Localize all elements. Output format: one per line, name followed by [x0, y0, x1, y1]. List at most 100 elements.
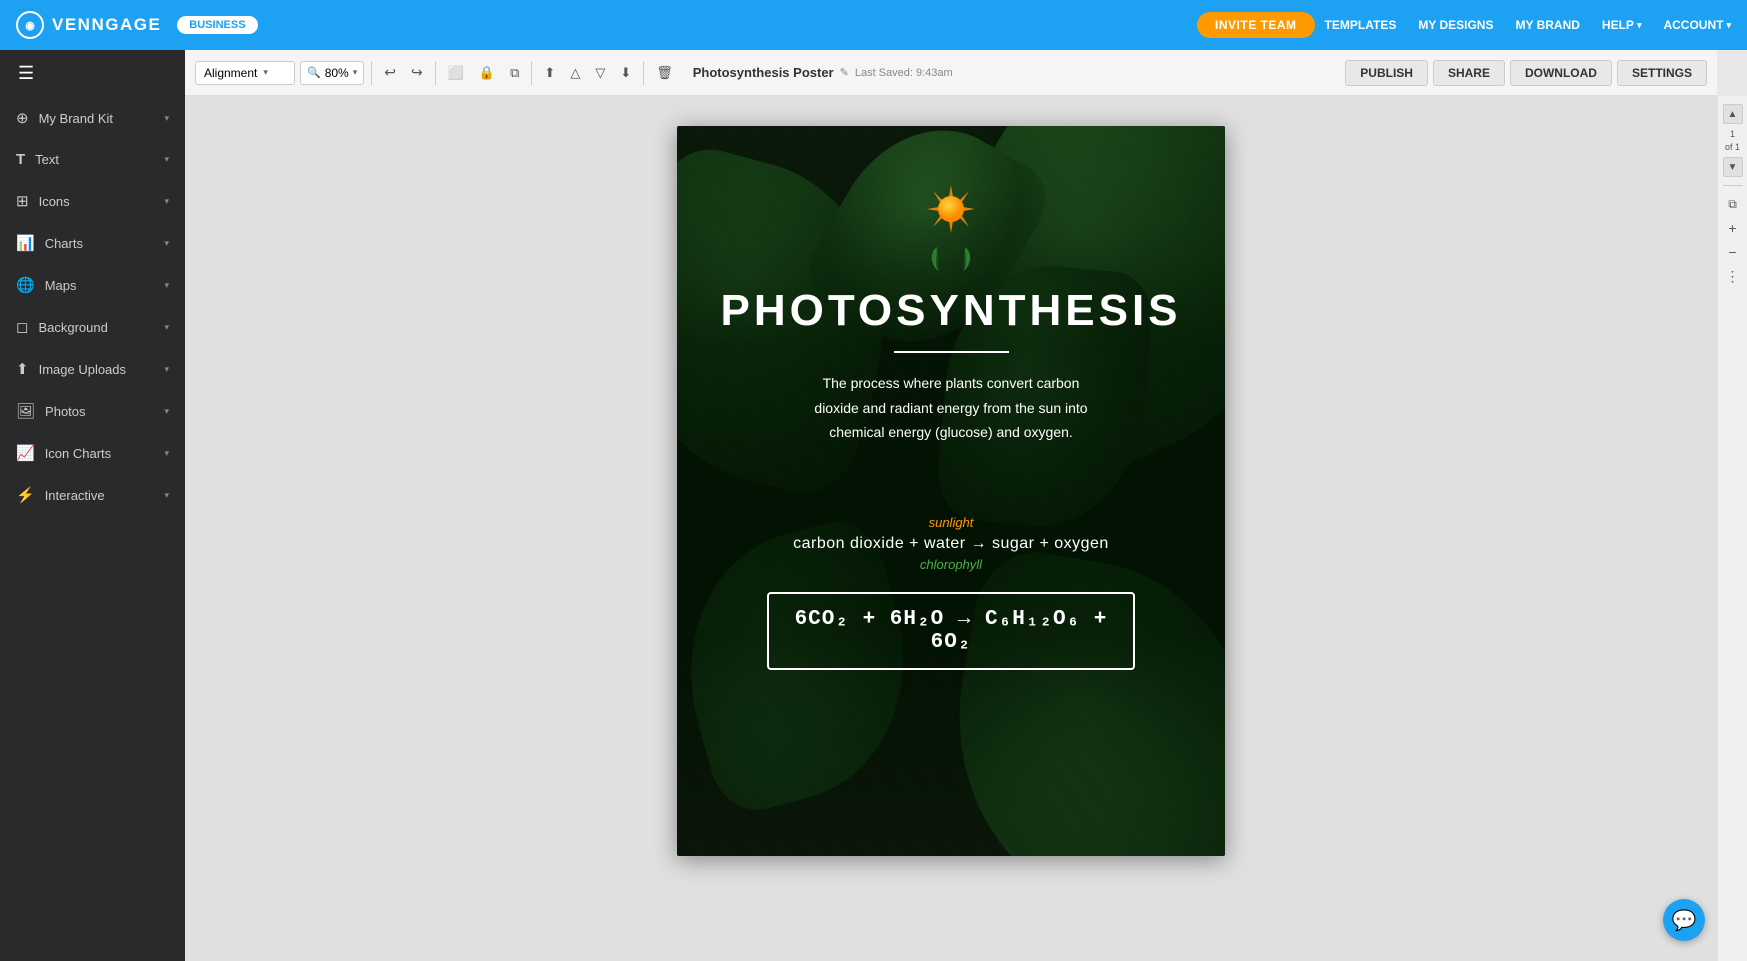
zoom-out-button[interactable]: − — [1723, 242, 1743, 262]
move-top-button[interactable]: ⬆ — [539, 61, 560, 85]
download-button[interactable]: DOWNLOAD — [1510, 60, 1612, 86]
nav-my-brand[interactable]: MY BRAND — [1515, 18, 1579, 32]
photos-icon: 🖼 — [16, 402, 35, 420]
share-button[interactable]: SHARE — [1433, 60, 1505, 86]
icons-icon: ⊞ — [16, 192, 29, 210]
sidebar-item-label-text: Text — [35, 152, 59, 167]
interactive-chevron-icon: ▾ — [164, 490, 169, 501]
charts-chevron-icon: ▾ — [164, 238, 169, 249]
right-panel-separator — [1723, 185, 1743, 186]
toolbar-separator-2 — [435, 61, 436, 85]
nav-account[interactable]: ACCOUNT▾ — [1663, 18, 1731, 32]
photos-chevron-icon: ▾ — [164, 406, 169, 417]
leaf-right-svg — [953, 245, 975, 273]
toolbar: Alignment ▾ 🔍 80% ▾ ↩ ↪ ⬜ 🔒 ⧉ ⬆ △ ▽ ⬇ 🗑 … — [185, 50, 1717, 96]
toolbar-separator-1 — [371, 61, 372, 85]
page-up-button[interactable]: ▲ — [1723, 104, 1743, 124]
move-bottom-button[interactable]: ⬇ — [615, 61, 636, 85]
chlorophyll-label: chlorophyll — [717, 557, 1185, 572]
poster-formula-section: sunlight carbon dioxide + water → sugar … — [717, 515, 1185, 670]
toolbar-separator-4 — [643, 61, 644, 85]
maps-icon: 🌐 — [16, 276, 35, 294]
icon-charts-chevron-icon: ▾ — [164, 448, 169, 459]
sidebar-menu-button[interactable]: ☰ — [0, 50, 185, 97]
sidebar-item-label-image-uploads: Image Uploads — [39, 362, 126, 377]
logo-text: VENNGAGE — [52, 15, 161, 35]
zoom-in-button[interactable]: + — [1723, 218, 1743, 238]
alignment-value: Alignment — [204, 66, 257, 80]
brand-kit-icon: ⊕ — [16, 109, 29, 127]
copy-button[interactable]: ⧉ — [505, 61, 524, 85]
business-badge[interactable]: BUSINESS — [177, 16, 257, 34]
sidebar-item-label-charts: Charts — [45, 236, 83, 251]
copy-page-button[interactable]: ⧉ — [1723, 194, 1743, 214]
sidebar-item-text[interactable]: T Text ▾ — [0, 139, 185, 180]
edit-title-icon[interactable]: ✎ — [840, 66, 849, 79]
poster-content: PHOTOSYNTHESIS The process where plants … — [677, 126, 1225, 710]
doc-title: Photosynthesis Poster — [693, 65, 834, 80]
sidebar-item-maps[interactable]: 🌐 Maps ▾ — [0, 264, 185, 306]
zoom-chevron-icon: ▾ — [353, 67, 358, 78]
page-indicator: 1 of 1 — [1725, 128, 1740, 153]
icon-charts-icon: 📈 — [16, 444, 35, 462]
sidebar-item-background[interactable]: ◻ Background ▾ — [0, 306, 185, 348]
move-up-button[interactable]: △ — [565, 61, 585, 85]
poster-description: The process where plants convert carbon … — [814, 371, 1087, 445]
invite-team-button[interactable]: INVITE TEAM — [1197, 12, 1315, 38]
sidebar-item-label-brand-kit: My Brand Kit — [39, 111, 113, 126]
nav-links: TEMPLATES MY DESIGNS MY BRAND HELP▾ ACCO… — [1325, 18, 1731, 32]
sidebar-item-photos[interactable]: 🖼 Photos ▾ — [0, 390, 185, 432]
sun-graphic — [923, 181, 979, 237]
sidebar-item-charts[interactable]: 📊 Charts ▾ — [0, 222, 185, 264]
redo-button[interactable]: ↪ — [406, 60, 428, 85]
lock-button[interactable]: 🔒 — [474, 61, 500, 85]
sidebar-item-label-icon-charts: Icon Charts — [45, 446, 111, 461]
account-chevron-icon: ▾ — [1726, 20, 1731, 31]
background-icon: ◻ — [16, 318, 28, 336]
image-uploads-icon: ⬆ — [16, 360, 29, 378]
sidebar-item-interactive[interactable]: ⚡ Interactive ▾ — [0, 474, 185, 516]
background-chevron-icon: ▾ — [164, 322, 169, 333]
nav-templates[interactable]: TEMPLATES — [1325, 18, 1397, 32]
text-icon: T — [16, 151, 25, 168]
settings-button[interactable]: SETTINGS — [1617, 60, 1707, 86]
poster[interactable]: PHOTOSYNTHESIS The process where plants … — [677, 126, 1225, 856]
sidebar-item-label-photos: Photos — [45, 404, 85, 419]
publish-button[interactable]: PUBLISH — [1345, 60, 1428, 86]
alignment-select[interactable]: Alignment ▾ — [195, 61, 295, 85]
chemical-formula-box: 6CO₂ + 6H₂O → C₆H₁₂O₆ + 6O₂ — [767, 592, 1135, 670]
alignment-chevron-icon: ▾ — [263, 67, 268, 78]
more-options-button[interactable]: ⋮ — [1723, 266, 1743, 286]
sidebar-item-image-uploads[interactable]: ⬆ Image Uploads ▾ — [0, 348, 185, 390]
sidebar-item-icons[interactable]: ⊞ Icons ▾ — [0, 180, 185, 222]
sidebar-item-icon-charts[interactable]: 📈 Icon Charts ▾ — [0, 432, 185, 474]
charts-icon: 📊 — [16, 234, 35, 252]
zoom-search-icon: 🔍 — [307, 66, 321, 79]
toolbar-separator-3 — [531, 61, 532, 85]
delete-button[interactable]: 🗑 — [651, 61, 678, 85]
logo-icon: ◉ — [16, 11, 44, 39]
sidebar-item-label-maps: Maps — [45, 278, 77, 293]
formula-text: carbon dioxide + water → sugar + oxygen — [717, 535, 1185, 553]
leaf-left-svg — [927, 245, 949, 273]
move-down-button[interactable]: ▽ — [590, 61, 610, 85]
poster-divider — [894, 351, 1009, 353]
chat-bubble[interactable]: 💬 — [1663, 899, 1705, 941]
zoom-select[interactable]: 🔍 80% ▾ — [300, 61, 364, 85]
top-nav: ◉ VENNGAGE BUSINESS INVITE TEAM TEMPLATE… — [0, 0, 1747, 50]
sidebar-item-label-background: Background — [38, 320, 107, 335]
nav-my-designs[interactable]: MY DESIGNS — [1418, 18, 1493, 32]
undo-button[interactable]: ↩ — [379, 60, 401, 85]
sidebar-item-brand-kit[interactable]: ⊕ My Brand Kit ▾ — [0, 97, 185, 139]
nav-help[interactable]: HELP▾ — [1602, 18, 1642, 32]
interactive-icon: ⚡ — [16, 486, 35, 504]
zoom-value: 80% — [325, 66, 349, 80]
maps-chevron-icon: ▾ — [164, 280, 169, 291]
text-chevron-icon: ▾ — [164, 154, 169, 165]
page-down-button[interactable]: ▼ — [1723, 157, 1743, 177]
frame-button[interactable]: ⬜ — [443, 61, 469, 85]
help-chevron-icon: ▾ — [1637, 20, 1642, 31]
logo-area: ◉ VENNGAGE — [16, 11, 161, 39]
doc-title-area: Photosynthesis Poster ✎ Last Saved: 9:43… — [693, 65, 953, 80]
brand-kit-chevron-icon: ▾ — [164, 113, 169, 124]
